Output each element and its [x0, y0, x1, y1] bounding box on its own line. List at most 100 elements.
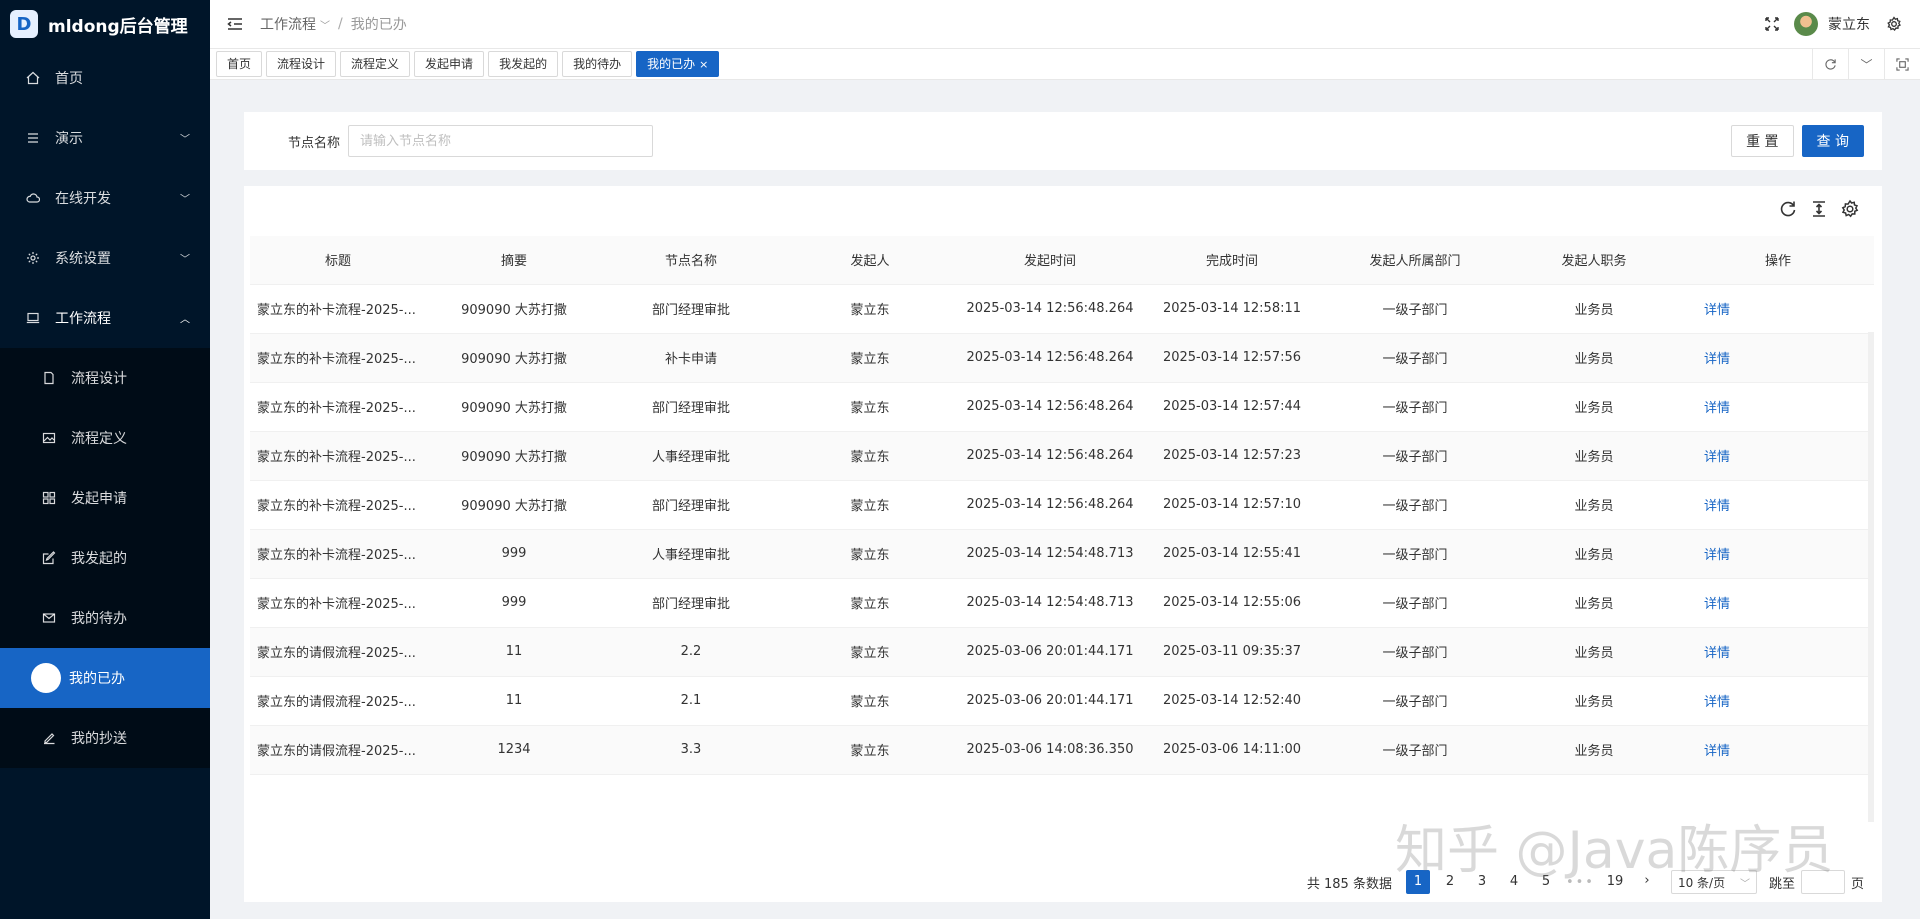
cell-finish-time: 2025-03-11 09:35:37: [1140, 627, 1324, 677]
chevron-down-icon[interactable]: ﹀: [1848, 49, 1884, 79]
detail-link[interactable]: 详情: [1704, 499, 1730, 514]
tab-my-todo[interactable]: 我的待办: [562, 51, 633, 77]
reset-button[interactable]: 重 置: [1731, 125, 1794, 157]
username[interactable]: 蒙立东: [1828, 14, 1870, 34]
jump-input[interactable]: [1800, 870, 1845, 894]
page-jumper: 跳至 页: [1769, 870, 1864, 894]
fullscreen-icon[interactable]: [1764, 16, 1780, 32]
column-header-summary: 摘要: [426, 236, 602, 285]
column-height-icon[interactable]: [1809, 199, 1829, 219]
settings-icon[interactable]: [1886, 16, 1902, 32]
chevron-right-icon[interactable]: ›: [1635, 870, 1659, 894]
table-row: 蒙立东的请假流程-2025-... 11 2.2 蒙立东 2025-03-06 20:0…: [250, 627, 1874, 677]
sidebar-item-my-initiated[interactable]: 我发起的: [0, 528, 210, 588]
vertical-scrollbar[interactable]: [1868, 332, 1874, 822]
page-size-select[interactable]: 10 条/页 ﹀: [1670, 870, 1757, 894]
sidebar-item-label: 演示: [55, 131, 83, 147]
sidebar-item-workflow[interactable]: 工作流程 ︿: [0, 288, 210, 348]
avatar[interactable]: [1794, 12, 1818, 36]
sidebar-item-system-settings[interactable]: 系统设置 ﹀: [0, 228, 210, 288]
cell-finish-time: 2025-03-14 12:52:40: [1140, 676, 1324, 726]
page-5[interactable]: 5: [1534, 870, 1558, 894]
tab-process-design[interactable]: 流程设计: [266, 51, 337, 77]
sidebar: D mldong后台管理 首页 演示 ﹀ 在线开发 ﹀ 系统设置 ﹀ 工作流程 …: [0, 0, 210, 919]
tab-process-definition[interactable]: 流程定义: [340, 51, 411, 77]
laptop-icon: [25, 310, 41, 326]
table-row: 蒙立东的补卡流程-2025-... 909090 大苏打撒 人事经理审批 蒙立东 202…: [250, 431, 1874, 481]
page-4[interactable]: 4: [1502, 870, 1526, 894]
cell-summary: 909090 大苏打撒: [426, 480, 602, 530]
image-icon: [41, 430, 57, 446]
cell-summary: 999: [426, 578, 602, 628]
sidebar-item-my-done[interactable]: 我的已办: [0, 648, 210, 708]
cell-start-time: 2025-03-14 12:56:48.264: [960, 284, 1140, 334]
cell-position: 业务员: [1506, 627, 1682, 677]
menu-fold-icon[interactable]: [226, 15, 244, 33]
cell-action: 详情: [1682, 431, 1874, 481]
settings-icon[interactable]: [1840, 199, 1860, 219]
page-last[interactable]: 19: [1603, 870, 1627, 894]
cell-title: 蒙立东的补卡流程-2025-...: [250, 431, 426, 481]
sidebar-item-home[interactable]: 首页: [0, 48, 210, 108]
page-3[interactable]: 3: [1470, 870, 1494, 894]
data-table: 标题 摘要 节点名称 发起人 发起时间 完成时间 发起人所属部门 发起人职务 操作 蒙立东的补卡…: [250, 236, 1874, 822]
tab-start-request[interactable]: 发起申请: [414, 51, 485, 77]
tab-my-done[interactable]: 我的已办 ×: [636, 51, 720, 77]
detail-link[interactable]: 详情: [1704, 646, 1730, 661]
detail-link[interactable]: 详情: [1704, 352, 1730, 367]
sidebar-item-demo[interactable]: 演示 ﹀: [0, 108, 210, 168]
sidebar-item-online-dev[interactable]: 在线开发 ﹀: [0, 168, 210, 228]
query-button[interactable]: 查 询: [1801, 125, 1864, 157]
sidebar-item-process-design[interactable]: 流程设计: [0, 348, 210, 408]
cell-department: 一级子部门: [1324, 431, 1506, 481]
column-header-initiator: 发起人: [780, 236, 960, 285]
tab-my-initiated[interactable]: 我发起的: [488, 51, 559, 77]
page-1[interactable]: 1: [1405, 870, 1430, 894]
close-icon[interactable]: ×: [699, 58, 708, 71]
column-header-position: 发起人职务: [1506, 236, 1682, 285]
detail-link[interactable]: 详情: [1704, 597, 1730, 612]
breadcrumb-item[interactable]: 工作流程: [260, 14, 316, 34]
app-title: mldong后台管理: [48, 16, 188, 37]
cell-finish-time: 2025-03-14 12:57:44: [1140, 382, 1324, 432]
refresh-icon[interactable]: [1778, 199, 1798, 219]
cell-summary: 1234: [426, 725, 602, 775]
tab-home[interactable]: 首页: [216, 51, 263, 77]
cell-action: 详情: [1682, 725, 1874, 775]
cell-start-time: 2025-03-14 12:56:48.264: [960, 480, 1140, 530]
detail-link[interactable]: 详情: [1704, 401, 1730, 416]
breadcrumb-current: 我的已办: [350, 17, 407, 33]
logo[interactable]: D mldong后台管理: [0, 0, 210, 48]
page-2[interactable]: 2: [1438, 870, 1462, 894]
page-ellipsis[interactable]: •••: [1566, 875, 1595, 890]
cell-title: 蒙立东的补卡流程-2025-...: [250, 333, 426, 383]
table-row: 蒙立东的补卡流程-2025-... 909090 大苏打撒 部门经理审批 蒙立东 202…: [250, 480, 1874, 530]
sidebar-item-label: 首页: [55, 71, 83, 87]
cell-finish-time: 2025-03-06 14:11:00: [1140, 725, 1324, 775]
detail-link[interactable]: 详情: [1704, 695, 1730, 710]
cell-action: 详情: [1682, 676, 1874, 726]
breadcrumb: 工作流程 ﹀ / 我的已办: [260, 14, 407, 34]
sidebar-item-process-definition[interactable]: 流程定义: [0, 408, 210, 468]
detail-link[interactable]: 详情: [1704, 548, 1730, 563]
detail-link[interactable]: 详情: [1704, 303, 1730, 318]
cell-summary: 909090 大苏打撒: [426, 382, 602, 432]
detail-link[interactable]: 详情: [1704, 744, 1730, 759]
cell-initiator: 蒙立东: [780, 529, 960, 579]
page-size-value: 10 条/页: [1677, 875, 1726, 890]
detail-link[interactable]: 详情: [1704, 450, 1730, 465]
cell-title: 蒙立东的补卡流程-2025-...: [250, 578, 426, 628]
jump-label: 跳至: [1768, 876, 1795, 892]
expand-icon[interactable]: [1884, 49, 1920, 79]
cell-initiator: 蒙立东: [780, 578, 960, 628]
sidebar-item-start-request[interactable]: 发起申请: [0, 468, 210, 528]
top-header: 工作流程 ﹀ / 我的已办 蒙立东: [210, 0, 1920, 48]
sidebar-item-my-cc[interactable]: 我的抄送: [0, 708, 210, 768]
tab-bar: 首页 流程设计 流程定义 发起申请 我发起的 我的待办 我的已办 × ﹀: [210, 48, 1920, 80]
home-icon: [25, 70, 41, 86]
total-count: 共 185 条数据: [1306, 876, 1392, 892]
cloud-icon: [25, 190, 41, 206]
node-name-input[interactable]: [348, 125, 654, 157]
refresh-icon[interactable]: [1812, 49, 1848, 79]
sidebar-item-my-todo[interactable]: 我的待办: [0, 588, 210, 648]
